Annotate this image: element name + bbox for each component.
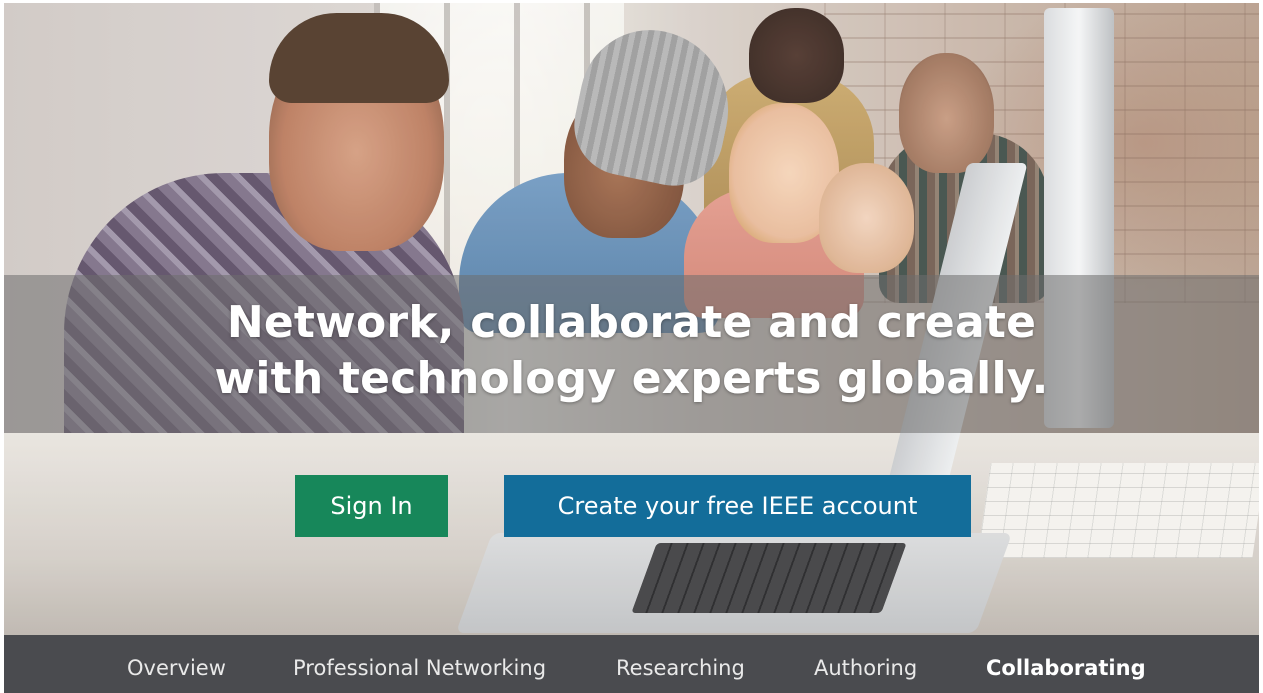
headline-line-2: with technology experts globally. (214, 353, 1049, 404)
nav-item-professional-networking[interactable]: Professional Networking (293, 635, 546, 693)
nav-item-authoring[interactable]: Authoring (814, 635, 917, 693)
create-account-button[interactable]: Create your free IEEE account (504, 475, 971, 537)
headline-line-1: Network, collaborate and create (226, 297, 1037, 348)
nav-item-researching[interactable]: Researching (616, 635, 745, 693)
sign-in-button[interactable]: Sign In (295, 475, 448, 537)
landing-page: Network, collaborate and create with tec… (4, 3, 1259, 693)
section-nav: Overview Professional Networking Researc… (4, 635, 1259, 693)
nav-item-overview[interactable]: Overview (127, 635, 226, 693)
nav-item-collaborating[interactable]: Collaborating (986, 635, 1146, 693)
hero-headline: Network, collaborate and create with tec… (4, 295, 1259, 407)
